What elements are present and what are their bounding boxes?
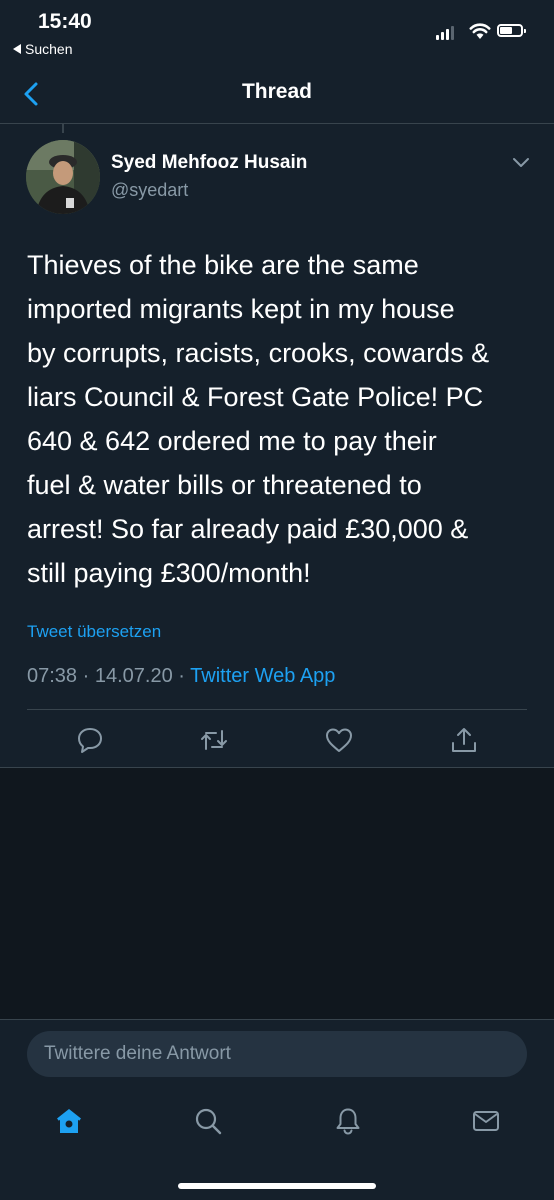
back-to-app-label: Suchen	[25, 41, 73, 57]
chevron-down-icon[interactable]	[510, 154, 532, 170]
status-time: 15:40	[38, 10, 92, 33]
home-icon[interactable]	[54, 1106, 84, 1136]
notifications-icon[interactable]	[333, 1106, 363, 1136]
composer-divider	[0, 1019, 554, 1020]
back-triangle-icon	[13, 44, 21, 54]
search-icon[interactable]	[193, 1106, 223, 1136]
empty-thread-area	[0, 768, 554, 1020]
avatar[interactable]	[26, 140, 100, 214]
cellular-signal-icon	[436, 24, 454, 40]
reply-icon[interactable]	[75, 725, 105, 755]
like-icon[interactable]	[324, 725, 354, 755]
tweet-time: 07:38	[27, 665, 78, 687]
meta-separator: ·	[82, 665, 90, 687]
retweet-icon[interactable]	[199, 725, 229, 755]
actions-divider-top	[27, 709, 527, 710]
battery-icon	[497, 24, 526, 37]
author-name[interactable]: Syed Mehfooz Husain	[111, 152, 307, 174]
tweet-date: 14.07.20	[94, 665, 173, 687]
home-indicator[interactable]	[178, 1183, 376, 1189]
meta-separator: ·	[178, 665, 185, 687]
page-title: Thread	[241, 80, 312, 103]
back-to-app-link[interactable]: Suchen	[13, 41, 72, 57]
wifi-icon	[469, 23, 491, 39]
header-divider	[0, 123, 554, 124]
share-icon[interactable]	[449, 725, 479, 755]
reply-input[interactable]	[27, 1031, 527, 1077]
tweet-text: Thieves of the bike are the same importe…	[27, 250, 490, 588]
translate-tweet-link[interactable]: Tweet übersetzen	[27, 622, 161, 642]
back-chevron-icon[interactable]	[20, 80, 44, 108]
author-handle[interactable]: @syedart	[111, 180, 188, 201]
tweet-source-link[interactable]: Twitter Web App	[190, 665, 335, 687]
messages-icon[interactable]	[471, 1106, 501, 1136]
thread-connector-line	[62, 124, 64, 133]
tweet-meta: 07:38 · 14.07.20 · Twitter Web App	[27, 665, 335, 688]
